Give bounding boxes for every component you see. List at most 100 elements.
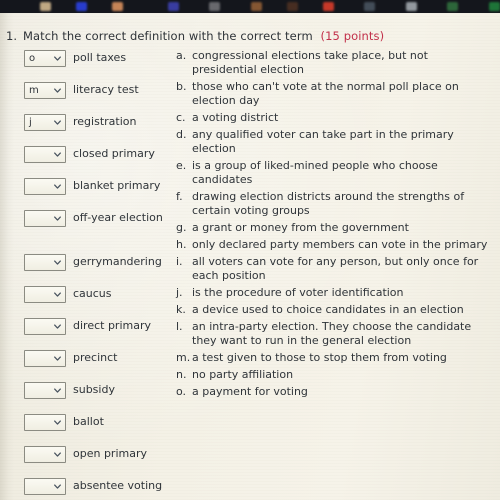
definition-text: a grant or money from the government <box>192 221 409 234</box>
definition-letter: f. <box>176 190 183 203</box>
dock-spacer <box>468 6 479 7</box>
definition-letter: b. <box>176 80 187 93</box>
answer-select-open-primary[interactable] <box>24 446 66 463</box>
chevron-down-icon <box>54 387 61 394</box>
dock-spacer <box>97 6 102 7</box>
chevron-down-icon <box>54 183 61 190</box>
dock-spacer <box>385 6 396 7</box>
dock-icon-app-mail[interactable] <box>364 2 376 11</box>
answer-select-off-year-election[interactable] <box>24 210 66 227</box>
answer-select-closed-primary[interactable] <box>24 146 66 163</box>
answer-select-value: m <box>29 84 39 96</box>
terms-column: o poll taxes m literacy test j registration cl… <box>24 49 174 500</box>
definition-text: a payment for voting <box>192 385 308 398</box>
definition-row: c. a voting district <box>176 111 492 125</box>
term-label: blanket primary <box>73 179 161 192</box>
answer-select-precinct[interactable] <box>24 350 66 367</box>
term-label: precinct <box>73 351 118 364</box>
answer-select-direct-primary[interactable] <box>24 318 66 335</box>
chevron-down-icon <box>54 259 61 266</box>
definition-letter: d. <box>176 128 187 141</box>
term-row: blanket primary <box>24 177 174 209</box>
answer-select-caucus[interactable] <box>24 286 66 303</box>
dock-icon-app-green2[interactable] <box>489 2 500 11</box>
definition-text: a voting district <box>192 111 279 124</box>
dock-spacer <box>272 6 277 7</box>
dock-icon-app-brown[interactable] <box>250 2 262 11</box>
answer-select-absentee-voting[interactable] <box>24 478 66 495</box>
answer-select-gerrymandering[interactable] <box>24 254 66 271</box>
term-label: direct primary <box>73 319 151 332</box>
definition-row: i. all voters can vote for any person, bu… <box>176 255 492 283</box>
definition-row: f. drawing election districts around the … <box>176 190 492 218</box>
answer-select-value: j <box>29 116 32 128</box>
dock-icon-app-dark[interactable] <box>286 2 298 11</box>
term-label: caucus <box>73 287 112 300</box>
term-label: registration <box>73 115 137 128</box>
term-label: closed primary <box>73 147 155 160</box>
definition-row: h. only declared party members can vote i… <box>176 238 492 252</box>
definition-letter: c. <box>176 111 186 124</box>
definition-letter: m. <box>176 351 191 364</box>
term-label: off-year election <box>73 211 163 224</box>
definition-letter: i. <box>176 255 183 268</box>
term-row: ballot <box>24 413 174 445</box>
answer-select-ballot[interactable] <box>24 414 66 431</box>
definition-row: n. no party affiliation <box>176 368 492 382</box>
dock-icon-app-spiral[interactable] <box>405 2 417 11</box>
definition-text: a device used to choice candidates in an… <box>192 303 464 316</box>
term-label: literacy test <box>73 83 139 96</box>
question-heading: 1. Match the correct definition with the… <box>6 29 384 43</box>
definition-row: k. a device used to choice candidates in … <box>176 303 492 317</box>
dock-icon-app-blue[interactable] <box>167 2 179 11</box>
definition-letter: g. <box>176 221 187 234</box>
dock-icon-browser-blue[interactable] <box>76 2 88 11</box>
answer-select-blanket-primary[interactable] <box>24 178 66 195</box>
dock-spacer <box>6 6 30 7</box>
chevron-down-icon <box>54 151 61 158</box>
answer-select-subsidy[interactable] <box>24 382 66 399</box>
dock-icon-app-green[interactable] <box>447 2 459 11</box>
dock-spacer <box>189 6 200 7</box>
definition-letter: o. <box>176 385 187 398</box>
term-row: caucus <box>24 285 174 317</box>
definition-text: all voters can vote for any person, but … <box>192 255 479 282</box>
dock-icon-app-grey[interactable] <box>209 2 221 11</box>
definition-row: o. a payment for voting <box>176 385 492 399</box>
definition-row: e. is a group of liked-mined people who c… <box>176 159 492 187</box>
definition-text: drawing election districts around the st… <box>192 190 465 217</box>
definition-text: congressional elections take place, but … <box>192 49 428 76</box>
answer-select-literacy-test[interactable]: m <box>24 82 66 99</box>
term-row: subsidy <box>24 381 174 413</box>
definition-letter: n. <box>176 368 187 381</box>
dock-icon-app-red[interactable] <box>322 2 334 11</box>
chevron-down-icon <box>54 483 61 490</box>
definition-letter: e. <box>176 159 187 172</box>
definition-row: g. a grant or money from the government <box>176 221 492 235</box>
answer-select-poll-taxes[interactable]: o <box>24 50 66 67</box>
term-label: gerrymandering <box>73 255 162 268</box>
dock-icon-folder-orange[interactable] <box>112 2 124 11</box>
term-label: absentee voting <box>73 479 163 492</box>
definition-letter: j. <box>176 286 183 299</box>
question-points: (15 points) <box>320 29 385 43</box>
term-label: ballot <box>73 415 104 428</box>
definition-row: l. an intra-party election. They choose t… <box>176 320 492 348</box>
definition-letter: l. <box>176 320 183 333</box>
dock-spacer <box>344 6 355 7</box>
dock-spacer <box>308 6 313 7</box>
definition-row: b. those who can't vote at the normal pol… <box>176 80 492 108</box>
screenshot-root: 1. Match the correct definition with the… <box>0 0 500 500</box>
question-number: 1. <box>6 29 18 43</box>
chevron-down-icon <box>54 355 61 362</box>
chevron-down-icon <box>54 119 61 126</box>
answer-select-registration[interactable]: j <box>24 114 66 131</box>
dock-spacer <box>230 6 241 7</box>
desktop-taskbar[interactable] <box>0 0 500 13</box>
chevron-down-icon <box>54 451 61 458</box>
term-row: gerrymandering <box>24 253 174 285</box>
definition-text: only declared party members can vote in … <box>192 238 488 251</box>
dock-spacer <box>427 6 438 7</box>
dock-icon-file-manager[interactable] <box>40 2 52 11</box>
chevron-down-icon <box>54 87 61 94</box>
